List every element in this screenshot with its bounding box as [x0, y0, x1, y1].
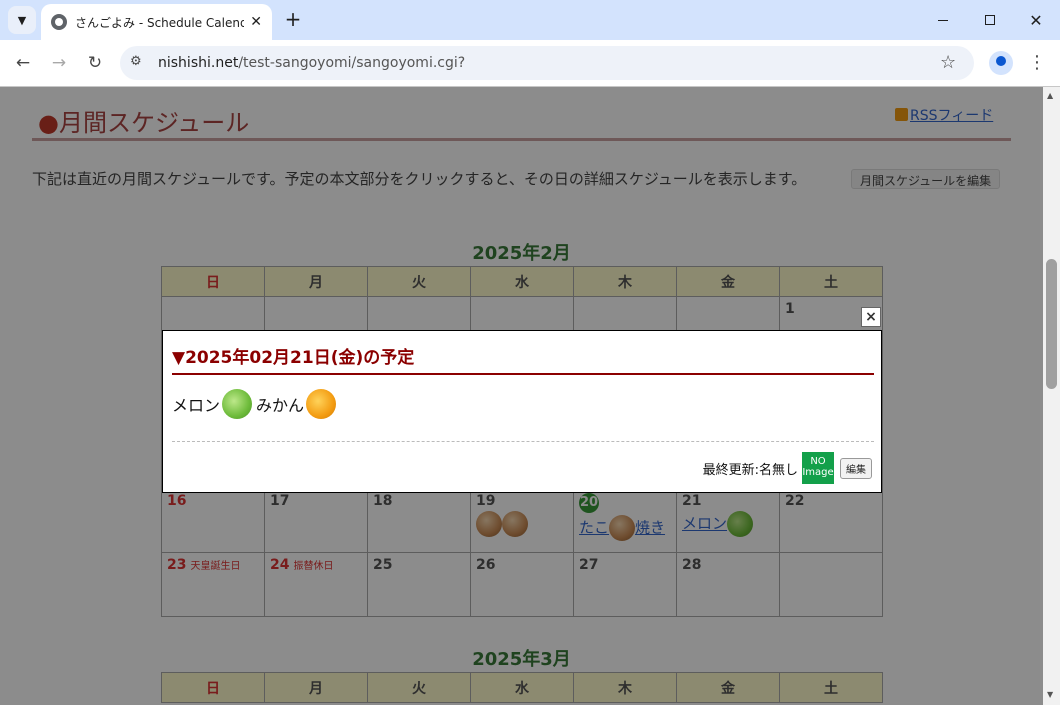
schedule-item-text: みかん	[256, 396, 305, 415]
modal-body: メロン みかん	[172, 389, 340, 419]
scroll-thumb[interactable]	[1046, 259, 1057, 389]
tab-search-button[interactable]: ▼	[8, 6, 36, 34]
window-maximize-button[interactable]	[967, 0, 1013, 40]
modal-footer: 最終更新:名無し NO Image 編集	[703, 452, 872, 484]
site-info-icon[interactable]: ⚙	[130, 54, 142, 69]
no-image-avatar: NO Image	[802, 452, 834, 484]
browser-tab[interactable]: さんごよみ - Schedule Calendar - ✕	[41, 4, 272, 40]
orange-icon	[306, 389, 337, 419]
browser-menu-icon[interactable]: ⋮	[1028, 51, 1046, 75]
page-scrollbar[interactable]: ▲ ▼	[1043, 87, 1060, 705]
edit-button[interactable]: 編集	[840, 457, 872, 479]
day-schedule-modal: ▼2025年02月21日(金)の予定 メロン みかん 最終更新:名無し NO I…	[162, 330, 882, 493]
arrow-left-icon: ←	[15, 53, 31, 73]
schedule-item-text: メロン	[172, 396, 221, 415]
noimage-line: Image	[802, 467, 834, 478]
chevron-down-icon: ▼	[17, 13, 27, 27]
modal-close-button[interactable]: ×	[861, 307, 881, 327]
reload-icon: ↻	[87, 53, 103, 73]
person-icon	[996, 56, 1006, 66]
arrow-right-icon: →	[51, 53, 67, 73]
url-host: nishishi.net	[158, 55, 239, 71]
melon-icon	[222, 389, 253, 419]
reload-button[interactable]: ↻	[82, 50, 108, 76]
modal-heading: ▼2025年02月21日(金)の予定	[172, 343, 874, 375]
globe-icon	[51, 14, 67, 30]
browser-tab-strip: ▼ さんごよみ - Schedule Calendar - ✕ + ✕	[0, 0, 1060, 40]
url-path: /test-sangoyomi/sangoyomi.cgi?	[238, 55, 466, 71]
scroll-down-icon[interactable]: ▼	[1047, 690, 1053, 699]
profile-avatar[interactable]	[989, 51, 1013, 75]
address-bar[interactable]: ⚙ nishishi.net/test-sangoyomi/sangoyomi.…	[120, 46, 974, 80]
new-tab-button[interactable]: +	[282, 8, 304, 30]
forward-button[interactable]: →	[46, 50, 72, 76]
tab-close-icon[interactable]: ✕	[250, 14, 262, 30]
last-updated-text: 最終更新:名無し	[702, 462, 798, 478]
noimage-line: NO	[810, 456, 826, 467]
scroll-up-icon[interactable]: ▲	[1047, 91, 1053, 100]
tab-title: さんごよみ - Schedule Calendar -	[75, 15, 245, 30]
window-close-button[interactable]: ✕	[1013, 0, 1059, 40]
bookmark-star-icon[interactable]: ☆	[940, 52, 956, 73]
url-text: nishishi.net/test-sangoyomi/sangoyomi.cg…	[158, 55, 465, 71]
back-button[interactable]: ←	[10, 50, 36, 76]
modal-divider	[172, 441, 874, 442]
maximize-icon	[985, 15, 995, 25]
window-minimize-button[interactable]	[920, 0, 966, 40]
browser-toolbar: ← → ↻ ⚙ nishishi.net/test-sangoyomi/sang…	[0, 40, 1060, 87]
minimize-icon	[938, 19, 948, 21]
